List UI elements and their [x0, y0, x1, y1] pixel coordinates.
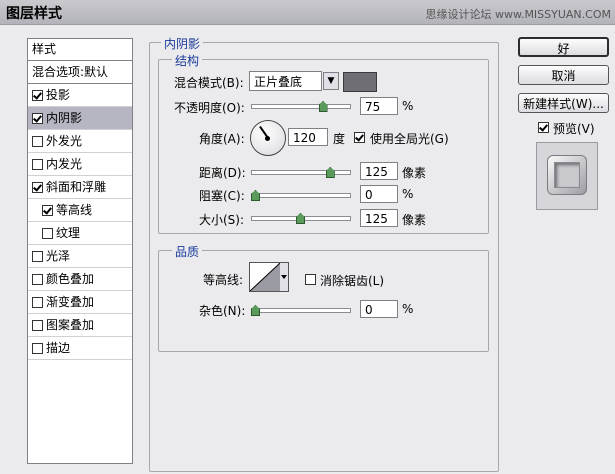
style-list-header[interactable]: 样式: [28, 39, 132, 61]
global-light-label[interactable]: 使用全局光(G): [370, 130, 449, 147]
blend-mode-dropdown-icon[interactable]: ▼: [323, 72, 339, 90]
contour-picker[interactable]: [249, 262, 289, 292]
noise-slider[interactable]: [251, 308, 351, 313]
style-checkbox[interactable]: [32, 319, 43, 331]
distance-unit: 像素: [402, 166, 427, 180]
style-list-item[interactable]: 等高线: [28, 199, 132, 222]
ok-button[interactable]: 好: [518, 37, 609, 57]
angle-label: 角度(A):: [199, 132, 245, 146]
contour-curve-icon: [250, 263, 288, 291]
style-list-item[interactable]: 光泽: [28, 245, 132, 268]
inner-shadow-title: 内阴影: [161, 35, 204, 52]
blend-options-item[interactable]: 混合选项:默认: [28, 61, 132, 84]
style-list-item-label: 颜色叠加: [46, 272, 95, 286]
style-list-item-label: 纹理: [56, 226, 81, 240]
style-checkbox[interactable]: [32, 342, 43, 354]
shadow-color-swatch[interactable]: [343, 72, 377, 92]
preview-thumbnail: [536, 142, 598, 210]
style-list-item[interactable]: 内发光: [28, 153, 132, 176]
choke-slider[interactable]: [251, 193, 351, 198]
choke-field[interactable]: 0: [360, 185, 398, 203]
style-checkbox[interactable]: [32, 135, 43, 147]
global-light-checkbox[interactable]: [354, 132, 365, 143]
style-list-item-label: 外发光: [46, 134, 83, 148]
angle-dial-center: [265, 136, 270, 141]
antialias-checkbox[interactable]: [305, 274, 316, 285]
style-list-item[interactable]: 外发光: [28, 130, 132, 153]
choke-unit: %: [402, 187, 414, 201]
noise-field[interactable]: 0: [360, 300, 398, 318]
contour-label: 等高线:: [203, 273, 244, 287]
style-list-item[interactable]: 颜色叠加: [28, 268, 132, 291]
opacity-unit: %: [402, 99, 414, 113]
title-bar: 图层样式 思缘设计论坛 www.MISSYUAN.COM: [0, 0, 615, 25]
style-checkbox[interactable]: [32, 181, 43, 193]
style-checkbox[interactable]: [32, 112, 43, 124]
style-list-item[interactable]: 投影: [28, 84, 132, 107]
choke-label: 阻塞(C):: [199, 189, 245, 203]
opacity-slider[interactable]: [251, 104, 351, 109]
style-list-item[interactable]: 描边: [28, 337, 132, 360]
antialias-label[interactable]: 消除锯齿(L): [320, 272, 384, 289]
style-list-item-label: 内阴影: [46, 111, 83, 125]
distance-field[interactable]: 125: [360, 162, 398, 180]
angle-dial[interactable]: [250, 120, 286, 156]
quality-group: [158, 250, 489, 352]
style-list-item[interactable]: 纹理: [28, 222, 132, 245]
quality-title: 品质: [172, 243, 203, 260]
blend-mode-select[interactable]: 正片叠底: [249, 71, 322, 91]
style-checkbox[interactable]: [42, 227, 53, 239]
style-checkbox[interactable]: [42, 204, 53, 216]
opacity-label: 不透明度(O):: [174, 101, 245, 115]
distance-slider[interactable]: [251, 170, 351, 175]
size-label: 大小(S):: [199, 213, 245, 227]
blend-mode-label: 混合模式(B):: [174, 76, 244, 90]
style-list-item-label: 描边: [46, 341, 71, 355]
preview-label[interactable]: 预览(V): [553, 120, 595, 137]
style-list-item-label: 图案叠加: [46, 318, 95, 332]
style-checkbox[interactable]: [32, 273, 43, 285]
noise-unit: %: [402, 302, 414, 316]
style-list-item[interactable]: 渐变叠加: [28, 291, 132, 314]
style-list-item[interactable]: 内阴影: [28, 107, 132, 130]
style-checkbox[interactable]: [32, 296, 43, 308]
style-checkbox[interactable]: [32, 89, 43, 101]
style-list-item-label: 斜面和浮雕: [46, 180, 107, 194]
preview-checkbox[interactable]: [538, 122, 549, 133]
cancel-button[interactable]: 取消: [518, 65, 609, 85]
style-list-item-label: 等高线: [56, 203, 93, 217]
opacity-field[interactable]: 75: [360, 97, 398, 115]
window-title: 图层样式: [6, 6, 62, 22]
style-list-item-label: 投影: [46, 88, 71, 102]
style-checkbox[interactable]: [32, 250, 43, 262]
style-list: 样式 混合选项:默认 投影内阴影外发光内发光斜面和浮雕等高线纹理光泽颜色叠加渐变…: [27, 38, 133, 464]
style-list-item-label: 光泽: [46, 249, 71, 263]
size-field[interactable]: 125: [360, 209, 398, 227]
noise-label: 杂色(N):: [199, 304, 246, 318]
style-list-item-label: 渐变叠加: [46, 295, 95, 309]
style-checkbox[interactable]: [32, 158, 43, 170]
preview-inner-square: [554, 162, 580, 188]
degree-unit: 度: [333, 132, 346, 146]
size-unit: 像素: [402, 213, 427, 227]
dialog-body: 样式 混合选项:默认 投影 内阴影 外发光 内发光 斜面和浮雕 等高线 纹理 光泽 颜色叠加 渐变…: [0, 25, 615, 474]
distance-label: 距离(D):: [199, 166, 246, 180]
watermark: 思缘设计论坛 www.MISSYUAN.COM: [425, 8, 611, 21]
structure-title: 结构: [172, 52, 203, 69]
style-list-item-label: 内发光: [46, 157, 83, 171]
style-list-item[interactable]: 斜面和浮雕: [28, 176, 132, 199]
style-list-item[interactable]: 图案叠加: [28, 314, 132, 337]
new-style-button[interactable]: 新建样式(W)...: [518, 93, 609, 113]
angle-field[interactable]: 120: [288, 128, 328, 146]
